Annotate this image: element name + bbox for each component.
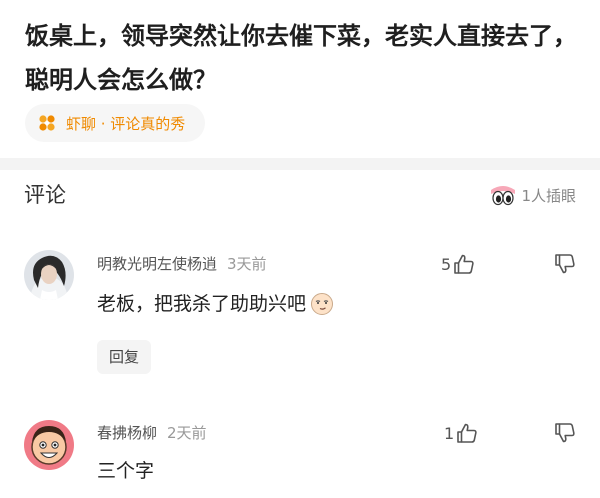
flower-icon (39, 115, 55, 131)
comment-meta: 春拂杨柳 2天前 (97, 422, 207, 444)
comments-heading: 评论 (24, 183, 66, 207)
reply-button[interactable]: 回复 (97, 340, 152, 374)
username[interactable]: 明教光明左使杨逍 (97, 253, 217, 275)
like-button[interactable]: 1 (444, 421, 479, 445)
comment-body: 老板，把我杀了助助兴吧 (97, 293, 307, 315)
thumbs-up-icon (454, 254, 474, 274)
comment-text: 老板，把我杀了助助兴吧 (97, 290, 334, 318)
timestamp: 2天前 (167, 424, 207, 442)
comment-page: 饭桌上，领导突然让你去催下菜，老实人直接去了，聪明人会怎么做？ 虾聊 · 评论真… (0, 0, 600, 498)
section-divider (0, 158, 600, 170)
topic-tag[interactable]: 虾聊 · 评论真的秀 (25, 104, 206, 142)
watchers-button[interactable]: 1人插眼 (489, 182, 576, 208)
watchers-label: 1人插眼 (521, 186, 576, 205)
like-count: 5 (441, 254, 452, 274)
question-title: 饭桌上，领导突然让你去催下菜，老实人直接去了，聪明人会怎么做？ (25, 22, 577, 94)
avatar[interactable] (24, 420, 74, 470)
username[interactable]: 春拂杨柳 (97, 422, 157, 444)
thumbs-down-icon[interactable] (553, 252, 577, 276)
avatar[interactable] (24, 250, 74, 300)
comment-body: 三个字 (97, 460, 155, 482)
comment-meta: 明教光明左使杨逍 3天前 (97, 253, 267, 275)
like-count: 1 (444, 423, 455, 443)
thumbs-down-icon[interactable] (553, 421, 577, 445)
topic-label: 虾聊 · 评论真的秀 (66, 114, 186, 133)
avatar-image (24, 250, 74, 300)
like-button[interactable]: 5 (441, 252, 476, 276)
eyes-icon (491, 186, 516, 206)
avatar-image (24, 420, 74, 470)
comment-text: 三个字 (97, 457, 154, 485)
timestamp: 3天前 (227, 255, 267, 273)
thumbs-up-icon (457, 423, 477, 443)
smirk-face-icon (311, 293, 334, 315)
